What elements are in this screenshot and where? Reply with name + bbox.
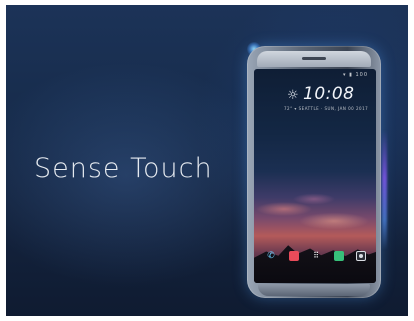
phone-bottom-bezel xyxy=(258,284,370,296)
camera-icon[interactable] xyxy=(356,251,366,261)
phone-screen: ▾ ▮ 100 ☼ 10:08 72° ▾ SEATTLE · SUN, JAN… xyxy=(254,69,376,283)
location-date-line: 72° ▾ SEATTLE · SUN, JAN 00 2017 xyxy=(284,106,369,111)
sun-icon: ☼ xyxy=(287,88,299,103)
headline-sense-touch: Sense Touch xyxy=(34,153,213,184)
earpiece xyxy=(302,57,326,60)
app-dock: ✆ ⠿ xyxy=(266,249,366,263)
clock-time: 10:08 xyxy=(303,84,355,104)
messages-icon[interactable] xyxy=(333,251,344,261)
mail-icon[interactable] xyxy=(288,251,299,261)
status-bar: ▾ ▮ 100 xyxy=(343,72,368,78)
sunset-clouds xyxy=(254,179,376,239)
edge-glow-side xyxy=(382,130,387,250)
phone-icon[interactable]: ✆ xyxy=(266,251,276,261)
app-drawer-icon[interactable]: ⠿ xyxy=(311,251,321,261)
